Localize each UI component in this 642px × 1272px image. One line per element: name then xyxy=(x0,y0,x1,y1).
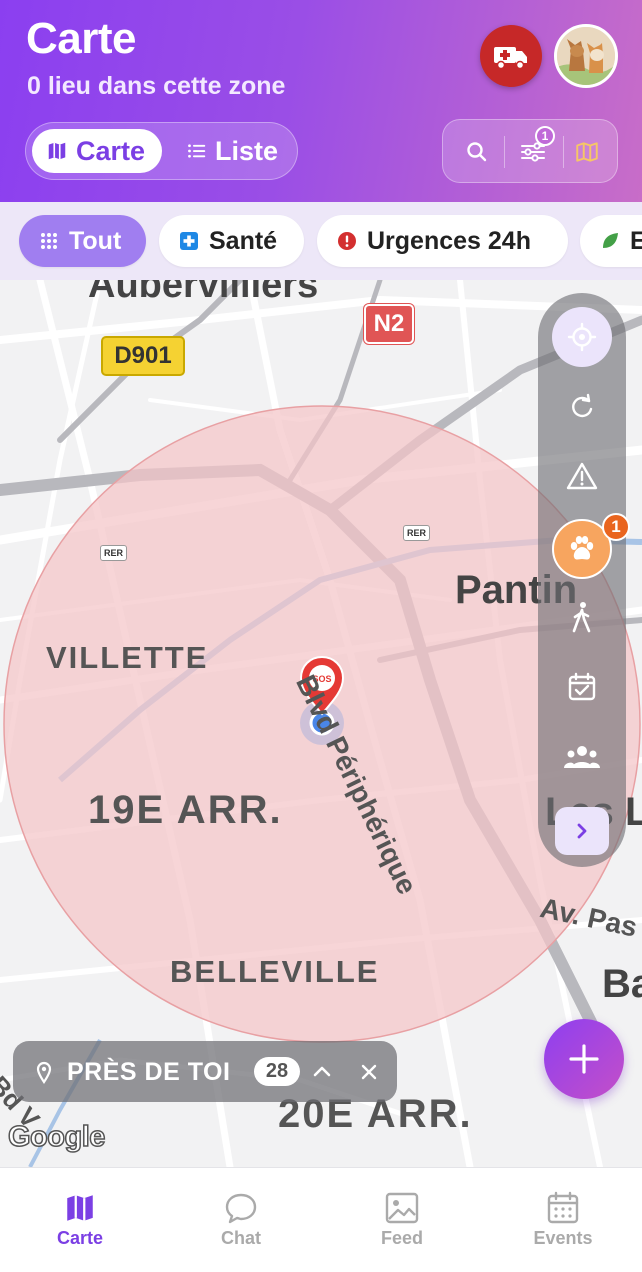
map-tools: 1 xyxy=(442,119,618,183)
calendar-check-icon xyxy=(568,672,596,701)
nav-events-label: Events xyxy=(533,1228,593,1248)
chip-sante-label: Santé xyxy=(209,226,278,255)
nav-feed[interactable]: Feed xyxy=(322,1168,482,1272)
chevron-right-icon xyxy=(577,823,587,839)
chip-urgences[interactable]: Urgences 24h xyxy=(317,215,568,267)
user-avatar[interactable] xyxy=(554,24,618,88)
chip-tout[interactable]: Tout xyxy=(19,215,146,267)
groups-button[interactable] xyxy=(538,729,626,785)
filter-button[interactable]: 1 xyxy=(515,126,555,170)
map-rer-station-2: RER xyxy=(403,525,431,541)
grid-icon xyxy=(41,233,57,249)
plus-cross-icon xyxy=(180,232,198,250)
chip-urgences-label: Urgences 24h xyxy=(367,226,531,255)
image-icon xyxy=(385,1192,419,1224)
add-button[interactable] xyxy=(544,1019,624,1099)
nearby-label: PRÈS DE TOI xyxy=(67,1058,231,1086)
toggle-carte-button[interactable]: Carte xyxy=(32,129,162,173)
ambulance-icon xyxy=(494,47,527,70)
toggle-carte-label: Carte xyxy=(76,135,146,166)
map-label-19e-arr: 19E ARR. xyxy=(88,788,283,832)
road-shield-d901: D901 xyxy=(101,336,185,376)
refresh-button[interactable] xyxy=(538,379,626,435)
calendar-icon xyxy=(547,1191,579,1224)
chip-tout-label: Tout xyxy=(69,226,122,255)
filter-count-badge: 1 xyxy=(535,126,555,146)
emergency-button[interactable] xyxy=(480,25,542,87)
category-chip-bar: Tout Santé Urgences 24h E xyxy=(0,202,642,280)
calendar-button[interactable] xyxy=(538,659,626,715)
map-label-villette: VILLETTE xyxy=(46,640,209,675)
nearby-count-badge: 28 xyxy=(254,1057,300,1086)
alert-circle-icon xyxy=(338,232,356,250)
leaf-icon xyxy=(603,233,618,248)
plus-icon xyxy=(569,1044,599,1074)
view-toggle: Carte Liste xyxy=(25,122,298,180)
google-attribution: Google xyxy=(7,1120,106,1154)
refresh-icon xyxy=(572,393,593,418)
map-label-bagnolet: Ba xyxy=(602,962,642,1006)
nav-carte-label: Carte xyxy=(56,1228,104,1248)
pets-count-badge: 1 xyxy=(602,513,630,541)
location-pin-icon xyxy=(36,1061,52,1084)
list-icon xyxy=(188,144,206,158)
locate-icon xyxy=(567,322,597,352)
page-title: Carte xyxy=(26,14,137,63)
map-rer-station-1: RER xyxy=(100,545,128,561)
nav-feed-label: Feed xyxy=(380,1228,423,1248)
nav-chat-label: Chat xyxy=(221,1228,261,1248)
map-label-belleville: BELLEVILLE xyxy=(170,954,380,989)
road-shield-n2: N2 xyxy=(364,304,414,344)
search-button[interactable] xyxy=(459,134,495,170)
chip-nature-label: E xyxy=(630,226,642,255)
map-label-aubervilliers: Aubervilliers xyxy=(88,280,319,306)
expand-panel-button[interactable] xyxy=(555,807,609,855)
paw-icon xyxy=(570,536,594,560)
chat-icon xyxy=(225,1193,257,1224)
pets-photo-avatar xyxy=(557,27,615,85)
chip-sante[interactable]: Santé xyxy=(159,215,304,267)
map-icon xyxy=(576,142,598,162)
report-button[interactable] xyxy=(538,448,626,504)
map-side-panel: 1 xyxy=(538,293,630,867)
locate-button[interactable] xyxy=(552,307,612,367)
map-icon xyxy=(67,1195,93,1221)
nav-events[interactable]: Events xyxy=(483,1168,642,1272)
bottom-navigation: Carte Chat Feed Events xyxy=(0,1167,642,1272)
chip-nature[interactable]: E xyxy=(580,215,642,267)
search-icon xyxy=(467,142,487,162)
nav-carte[interactable]: Carte xyxy=(0,1168,160,1272)
pets-layer-button[interactable]: 1 xyxy=(552,513,630,579)
app-header: Carte 0 lieu dans cette zone Carte Liste… xyxy=(0,0,642,202)
warning-icon xyxy=(566,462,598,490)
chevron-up-icon[interactable] xyxy=(311,1061,333,1083)
close-icon[interactable] xyxy=(359,1062,379,1082)
toggle-liste-label: Liste xyxy=(214,135,278,166)
zone-count-text: 0 lieu dans cette zone xyxy=(27,72,286,100)
nav-chat[interactable]: Chat xyxy=(161,1168,321,1272)
map-icon xyxy=(48,142,66,160)
map-layers-button[interactable] xyxy=(569,134,605,170)
group-icon xyxy=(564,746,600,768)
toggle-liste-button[interactable]: Liste xyxy=(172,129,292,173)
walk-button[interactable] xyxy=(538,589,626,645)
nearby-bar[interactable]: PRÈS DE TOI 28 xyxy=(13,1041,397,1102)
walk-icon xyxy=(572,602,591,633)
